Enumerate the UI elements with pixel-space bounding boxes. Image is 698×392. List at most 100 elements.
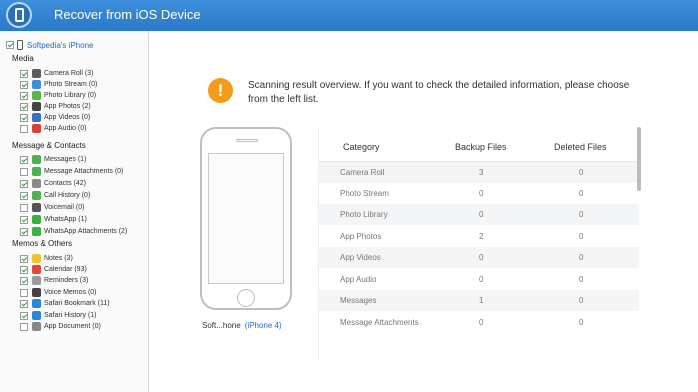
checkbox[interactable] [20,91,28,100]
checkbox[interactable] [20,124,28,133]
device-checkbox[interactable] [6,41,14,49]
device-short-name: Soft...hone [202,321,241,330]
item-label: Voice Memos (0) [44,289,97,296]
item-label: App Document (0) [44,323,101,330]
sidebar-item-reminders[interactable]: Reminders (3) [20,275,88,286]
sidebar: Softpedia's iPhone Media Camera Roll (3)… [0,31,149,392]
cell-category: Photo Library [340,210,388,219]
checkbox[interactable] [20,227,28,236]
checkbox[interactable] [20,288,28,297]
cell-category: Message Attachments [340,318,419,327]
checkbox[interactable] [20,80,28,89]
sidebar-item-contacts[interactable]: Contacts (42) [20,178,86,189]
cell-deleted: 0 [579,210,584,219]
checkbox[interactable] [20,155,28,164]
warning-icon: ! [208,78,233,103]
app-photos-icon [32,102,41,111]
checkbox[interactable] [20,113,28,122]
cell-backup: 2 [479,232,484,241]
safari-history-icon [32,311,41,320]
camera-icon [32,69,41,78]
sidebar-item-camera-roll[interactable]: Camera Roll (3) [20,68,93,79]
table-row[interactable]: Messages 1 0 [319,290,639,311]
section-title-memos-others: Memos & Others [12,239,73,248]
cell-deleted: 0 [579,275,584,284]
item-label: Camera Roll (3) [44,70,94,77]
table-scrollbar[interactable] [637,127,641,191]
cell-backup: 1 [479,296,484,305]
table-row[interactable]: Camera Roll 3 0 [319,162,639,183]
app-logo-icon [6,2,32,28]
checkbox[interactable] [20,191,28,200]
sidebar-item-messages[interactable]: Messages (1) [20,154,86,165]
column-header-backup-files: Backup Files [455,142,507,152]
sidebar-item-whatsapp-attachments[interactable]: WhatsApp Attachments (2) [20,226,127,237]
table-row[interactable]: App Audio 0 0 [319,269,639,290]
notes-icon [32,254,41,263]
checkbox[interactable] [20,254,28,263]
title-bar: Recover from iOS Device [0,0,698,31]
iphone-illustration [200,127,292,310]
whatsapp-attachments-icon [32,227,41,236]
app-videos-icon [32,113,41,122]
checkbox[interactable] [20,311,28,320]
sidebar-item-calendar[interactable]: Calendar (93) [20,264,87,275]
item-label: Message Attachments (0) [44,168,124,175]
checkbox[interactable] [20,179,28,188]
device-caption: Soft...hone (iPhone 4) [202,321,282,330]
item-label: Contacts (42) [44,180,87,187]
contacts-icon [32,179,41,188]
item-label: Photo Library (0) [44,92,97,99]
sidebar-item-message-attachments[interactable]: Message Attachments (0) [20,166,123,177]
checkbox[interactable] [20,203,28,212]
cell-category: Camera Roll [340,168,385,177]
sidebar-item-app-document[interactable]: App Document (0) [20,321,101,332]
whatsapp-icon [32,215,41,224]
sidebar-item-voicemail[interactable]: Voicemail (0) [20,202,84,213]
cell-category: App Videos [340,253,381,262]
iphone-icon [17,40,23,50]
cell-backup: 0 [479,275,484,284]
cell-category: App Photos [340,232,382,241]
checkbox[interactable] [20,322,28,331]
table-row[interactable]: Photo Library 0 0 [319,204,639,225]
sidebar-item-voice-memos[interactable]: Voice Memos (0) [20,287,97,298]
sidebar-item-app-photos[interactable]: App Photos (2) [20,101,91,112]
call-history-icon [32,191,41,200]
photo-library-icon [32,91,41,100]
checkbox[interactable] [20,102,28,111]
checkbox[interactable] [20,276,28,285]
table-row[interactable]: Message Attachments 0 0 [319,312,639,333]
sidebar-item-notes[interactable]: Notes (3) [20,253,73,264]
sidebar-item-photo-stream[interactable]: Photo Stream (0) [20,79,97,90]
sidebar-item-call-history[interactable]: Call History (0) [20,190,90,201]
table-row[interactable]: App Photos 2 0 [319,226,639,247]
cell-deleted: 0 [579,168,584,177]
table-row[interactable]: App Videos 0 0 [319,247,639,268]
checkbox[interactable] [20,69,28,78]
sidebar-item-whatsapp[interactable]: WhatsApp (1) [20,214,87,225]
device-row[interactable]: Softpedia's iPhone [6,39,93,51]
item-label: Call History (0) [44,192,91,199]
table-row[interactable]: Photo Stream 0 0 [319,183,639,204]
checkbox[interactable] [20,299,28,308]
sidebar-item-app-audio[interactable]: App Audio (0) [20,123,86,134]
photo-stream-icon [32,80,41,89]
cell-deleted: 0 [579,232,584,241]
app-audio-icon [32,124,41,133]
sidebar-item-safari-bookmark[interactable]: Safari Bookmark (11) [20,298,110,309]
checkbox[interactable] [20,215,28,224]
sidebar-item-photo-library[interactable]: Photo Library (0) [20,90,96,101]
voice-memos-icon [32,288,41,297]
cell-backup: 0 [479,189,484,198]
sidebar-item-safari-history[interactable]: Safari History (1) [20,310,97,321]
checkbox[interactable] [20,167,28,176]
safari-bookmark-icon [32,299,41,308]
item-label: Reminders (3) [44,277,89,284]
cell-backup: 0 [479,210,484,219]
overview-text: Scanning result overview. If you want to… [248,80,630,105]
sidebar-item-app-videos[interactable]: App Videos (0) [20,112,90,123]
item-label: Photo Stream (0) [44,81,98,88]
device-model-link[interactable]: (iPhone 4) [245,321,282,330]
checkbox[interactable] [20,265,28,274]
